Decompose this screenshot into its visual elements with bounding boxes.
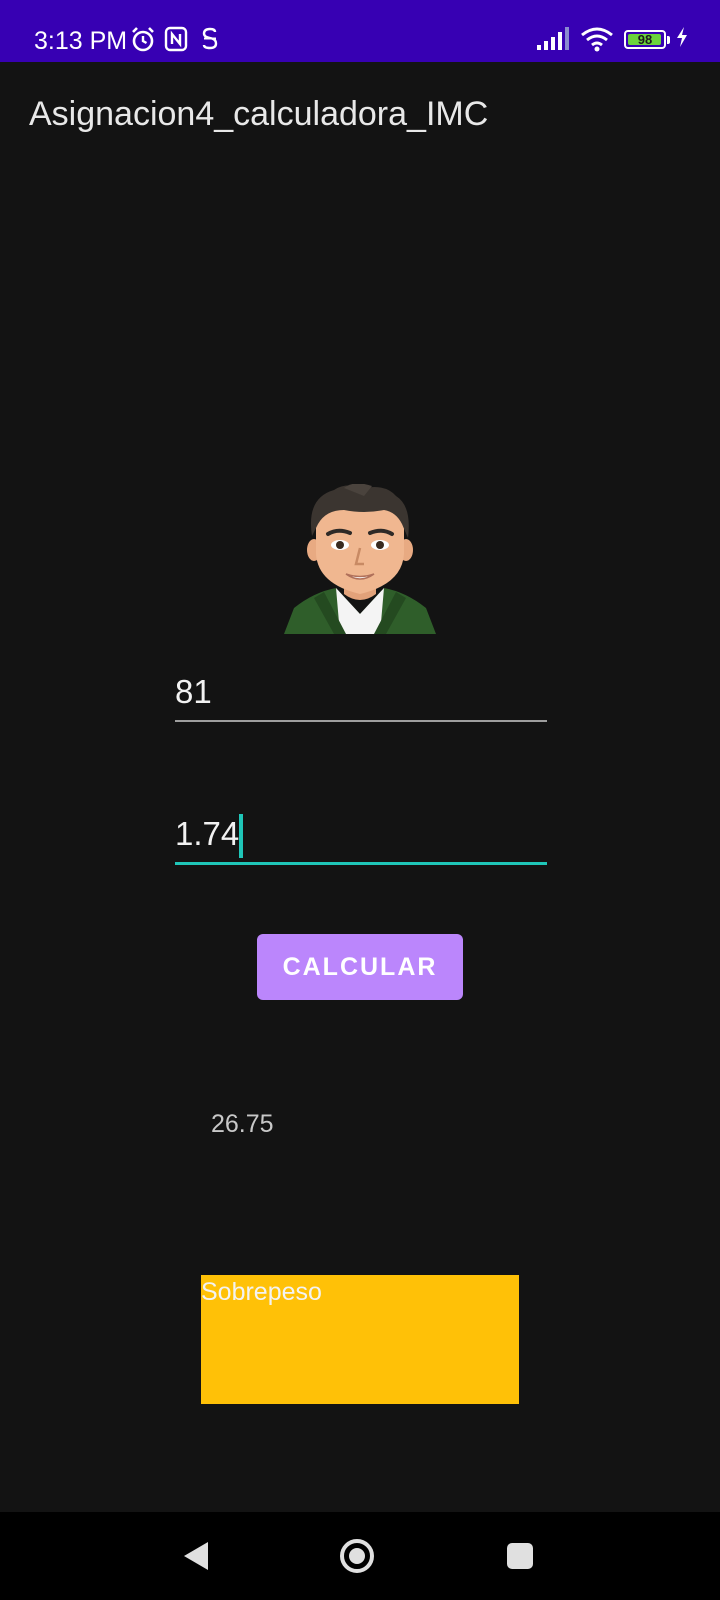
status-icons-right: 98 bbox=[536, 26, 687, 56]
back-icon[interactable] bbox=[172, 1532, 220, 1580]
navigation-bar bbox=[0, 1512, 720, 1600]
home-icon[interactable] bbox=[333, 1532, 381, 1580]
category-box: Sobrepeso bbox=[201, 1275, 519, 1404]
nfc-icon bbox=[164, 26, 188, 52]
wifi-icon bbox=[581, 27, 613, 52]
weight-underline bbox=[175, 720, 547, 722]
app-title: Asignacion4_calculadora_IMC bbox=[29, 95, 489, 133]
battery-cap bbox=[667, 36, 670, 44]
person-avatar-icon bbox=[284, 484, 436, 634]
battery-level: 98 bbox=[637, 32, 653, 47]
height-underline bbox=[175, 862, 547, 865]
category-label: Sobrepeso bbox=[201, 1278, 322, 1306]
app-screen: 3:13 PM 98 Asignacion4_calculadora_IMC 8… bbox=[0, 0, 720, 1600]
height-input[interactable] bbox=[175, 806, 547, 862]
status-time: 3:13 PM bbox=[34, 27, 128, 55]
height-field[interactable] bbox=[175, 806, 547, 870]
text-cursor bbox=[239, 814, 243, 858]
weight-input[interactable] bbox=[175, 664, 547, 720]
battery-icon: 98 bbox=[624, 30, 666, 49]
calculate-button[interactable]: CALCULAR bbox=[257, 934, 463, 1000]
app-s-icon bbox=[202, 27, 218, 50]
recents-icon[interactable] bbox=[496, 1532, 544, 1580]
status-bar: 3:13 PM 98 bbox=[0, 0, 720, 62]
imc-result: 26.75 bbox=[211, 1110, 274, 1138]
weight-field[interactable] bbox=[175, 664, 547, 728]
alarm-icon bbox=[132, 27, 154, 52]
charging-icon bbox=[677, 27, 687, 47]
signal-icon bbox=[537, 27, 569, 50]
